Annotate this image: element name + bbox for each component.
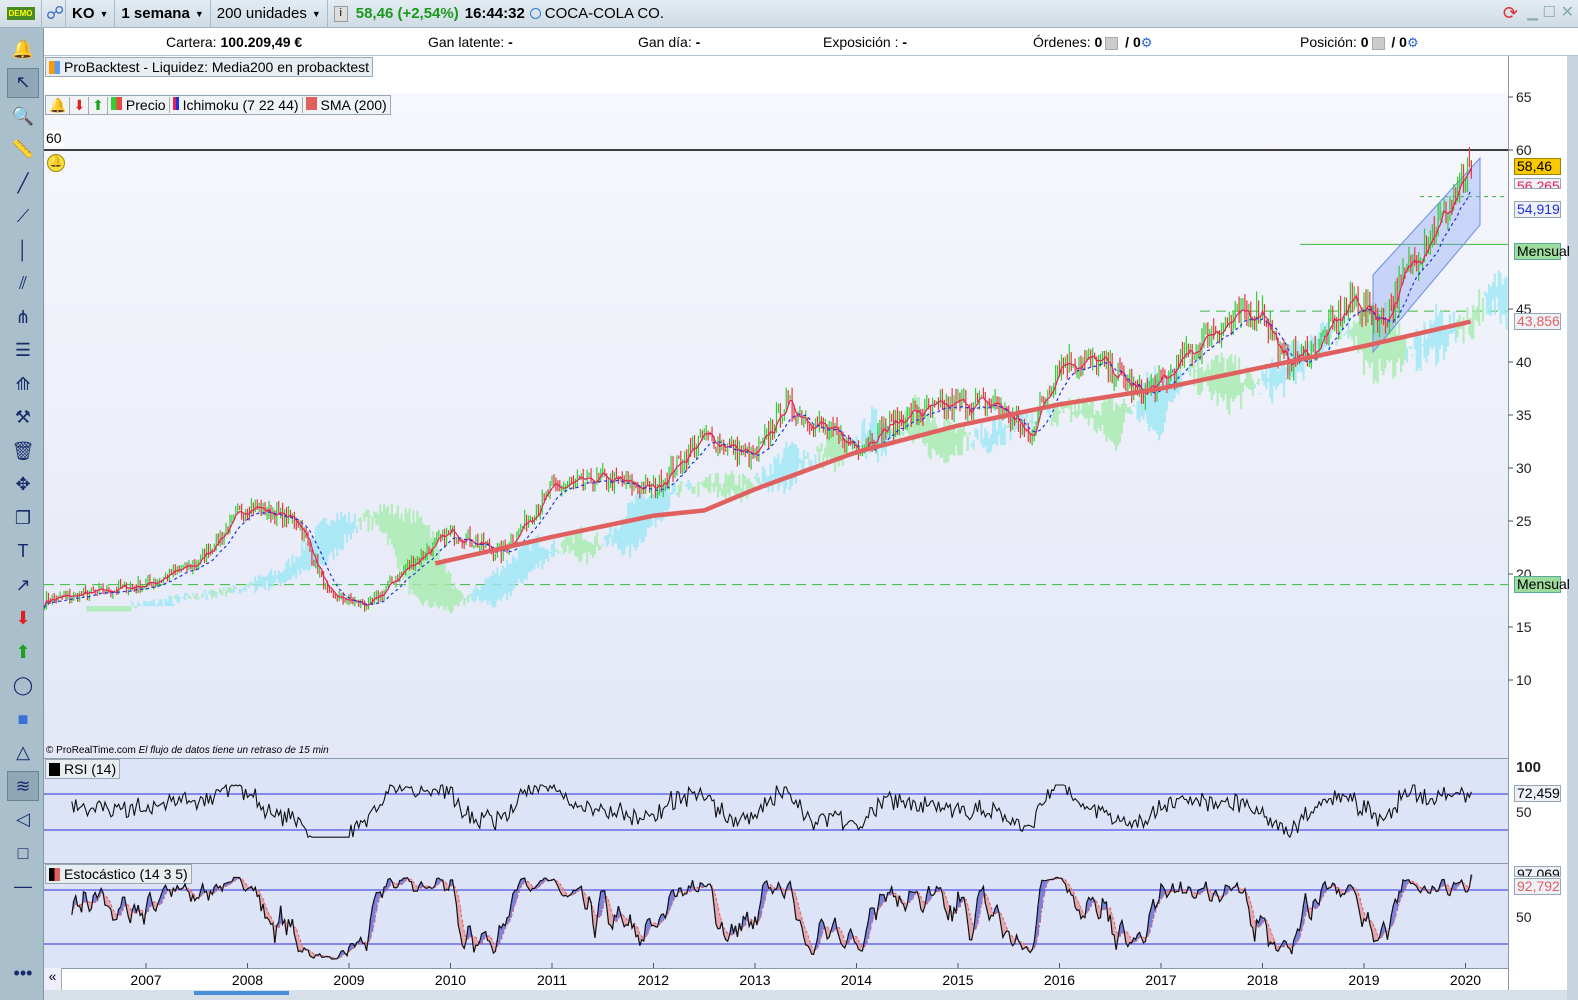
stoch-k-label: 97,069 <box>1514 866 1561 877</box>
x-tick-label: 2011 <box>537 972 567 988</box>
x-tick-label: 2015 <box>942 972 973 988</box>
rsi-line <box>71 783 1472 839</box>
stoch-tick-50: 50 <box>1516 909 1532 925</box>
kijun-line <box>43 188 1472 609</box>
y-tick-label: 30 <box>1516 460 1532 476</box>
x-tick-label: 2020 <box>1450 972 1481 988</box>
rsi-value-label: 72,459 <box>1514 785 1561 802</box>
last-price-label: 58,46 <box>1514 158 1561 175</box>
tenkan-label: 56,265 <box>1514 178 1561 189</box>
x-tick-label: 2016 <box>1044 972 1075 988</box>
mensual-upper-label: Mensual <box>1514 243 1570 260</box>
y-tick-label: 10 <box>1516 672 1532 688</box>
x-tick-label: 2007 <box>130 972 161 988</box>
mensual-lower-label: Mensual <box>1514 576 1570 593</box>
x-tick-label: 2019 <box>1348 972 1379 988</box>
y-tick-label: 40 <box>1516 354 1532 370</box>
x-tick-label: 2013 <box>739 972 770 988</box>
y-tick-label: 35 <box>1516 407 1532 423</box>
chart-plot: 101520253035404560652007 2008 2009 2010 2011… <box>43 89 1532 988</box>
tenkan-line <box>43 167 1472 607</box>
x-tick-label: 2014 <box>841 972 872 988</box>
x-tick-label: 2009 <box>333 972 364 988</box>
x-tick-label: 2018 <box>1247 972 1278 988</box>
sma-label: 43,856 <box>1514 313 1561 330</box>
y-tick-label: 60 <box>1516 142 1532 158</box>
x-tick-label: 2008 <box>232 972 263 988</box>
stoch-d-label: 92,792 <box>1514 878 1561 895</box>
x-tick-label: 2017 <box>1145 972 1176 988</box>
rsi-tick-100: 100 <box>1516 759 1542 776</box>
x-tick-label: 2012 <box>638 972 669 988</box>
x-tick-label: 2010 <box>435 972 466 988</box>
y-tick-label: 15 <box>1516 619 1532 635</box>
kijun-label: 54,919 <box>1514 201 1561 218</box>
rsi-tick-50: 50 <box>1516 804 1532 820</box>
y-tick-label: 65 <box>1516 89 1532 105</box>
y-tick-label: 25 <box>1516 513 1532 529</box>
